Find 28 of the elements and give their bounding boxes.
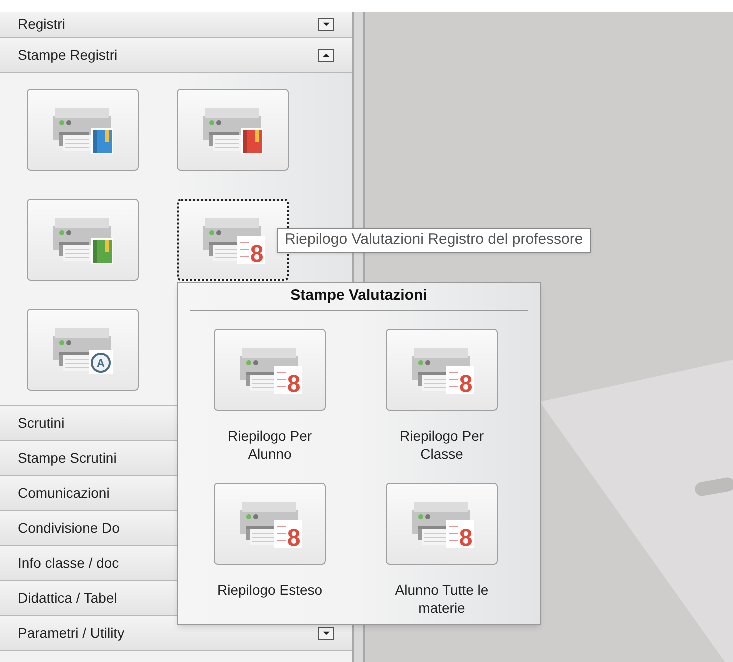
section-title: Stampe Scrutini — [18, 448, 117, 468]
section-title: Parametri / Utility — [18, 624, 125, 643]
section-title: Condivisione Do — [18, 518, 120, 538]
section-title: Scrutini — [18, 414, 65, 432]
print-button[interactable]: A — [27, 309, 139, 391]
section-title: Registri — [18, 15, 66, 34]
print-button[interactable] — [27, 89, 139, 171]
caret-up-icon — [322, 52, 330, 58]
print-button[interactable]: 8 — [214, 329, 326, 411]
toggle-button[interactable] — [318, 18, 334, 31]
caret-down-icon — [322, 630, 330, 636]
section-title: Comunicazioni — [18, 484, 110, 502]
caret-down-icon — [322, 22, 330, 27]
print-button[interactable]: 8 — [386, 483, 498, 565]
print-button[interactable]: 8 — [386, 329, 498, 411]
section-title: Stampe Registri — [18, 46, 118, 65]
toggle-button[interactable] — [318, 626, 334, 640]
print-button[interactable] — [177, 89, 289, 171]
item-label: Riepilogo Esteso — [216, 581, 324, 599]
print-button[interactable] — [27, 199, 139, 281]
item-label: Riepilogo Per Classe — [398, 427, 486, 463]
toggle-button[interactable] — [318, 48, 334, 62]
popup-title: Stampe Valutazioni — [190, 283, 528, 311]
print-button[interactable]: 8 — [214, 483, 326, 565]
section-title: Info classe / doc — [18, 554, 120, 572]
tooltip: Riepilogo Valutazioni Registro del professore — [277, 228, 592, 253]
section-title: Didattica / Tabel — [18, 588, 118, 608]
item-label: Alunno Tutte le materie — [394, 581, 490, 617]
